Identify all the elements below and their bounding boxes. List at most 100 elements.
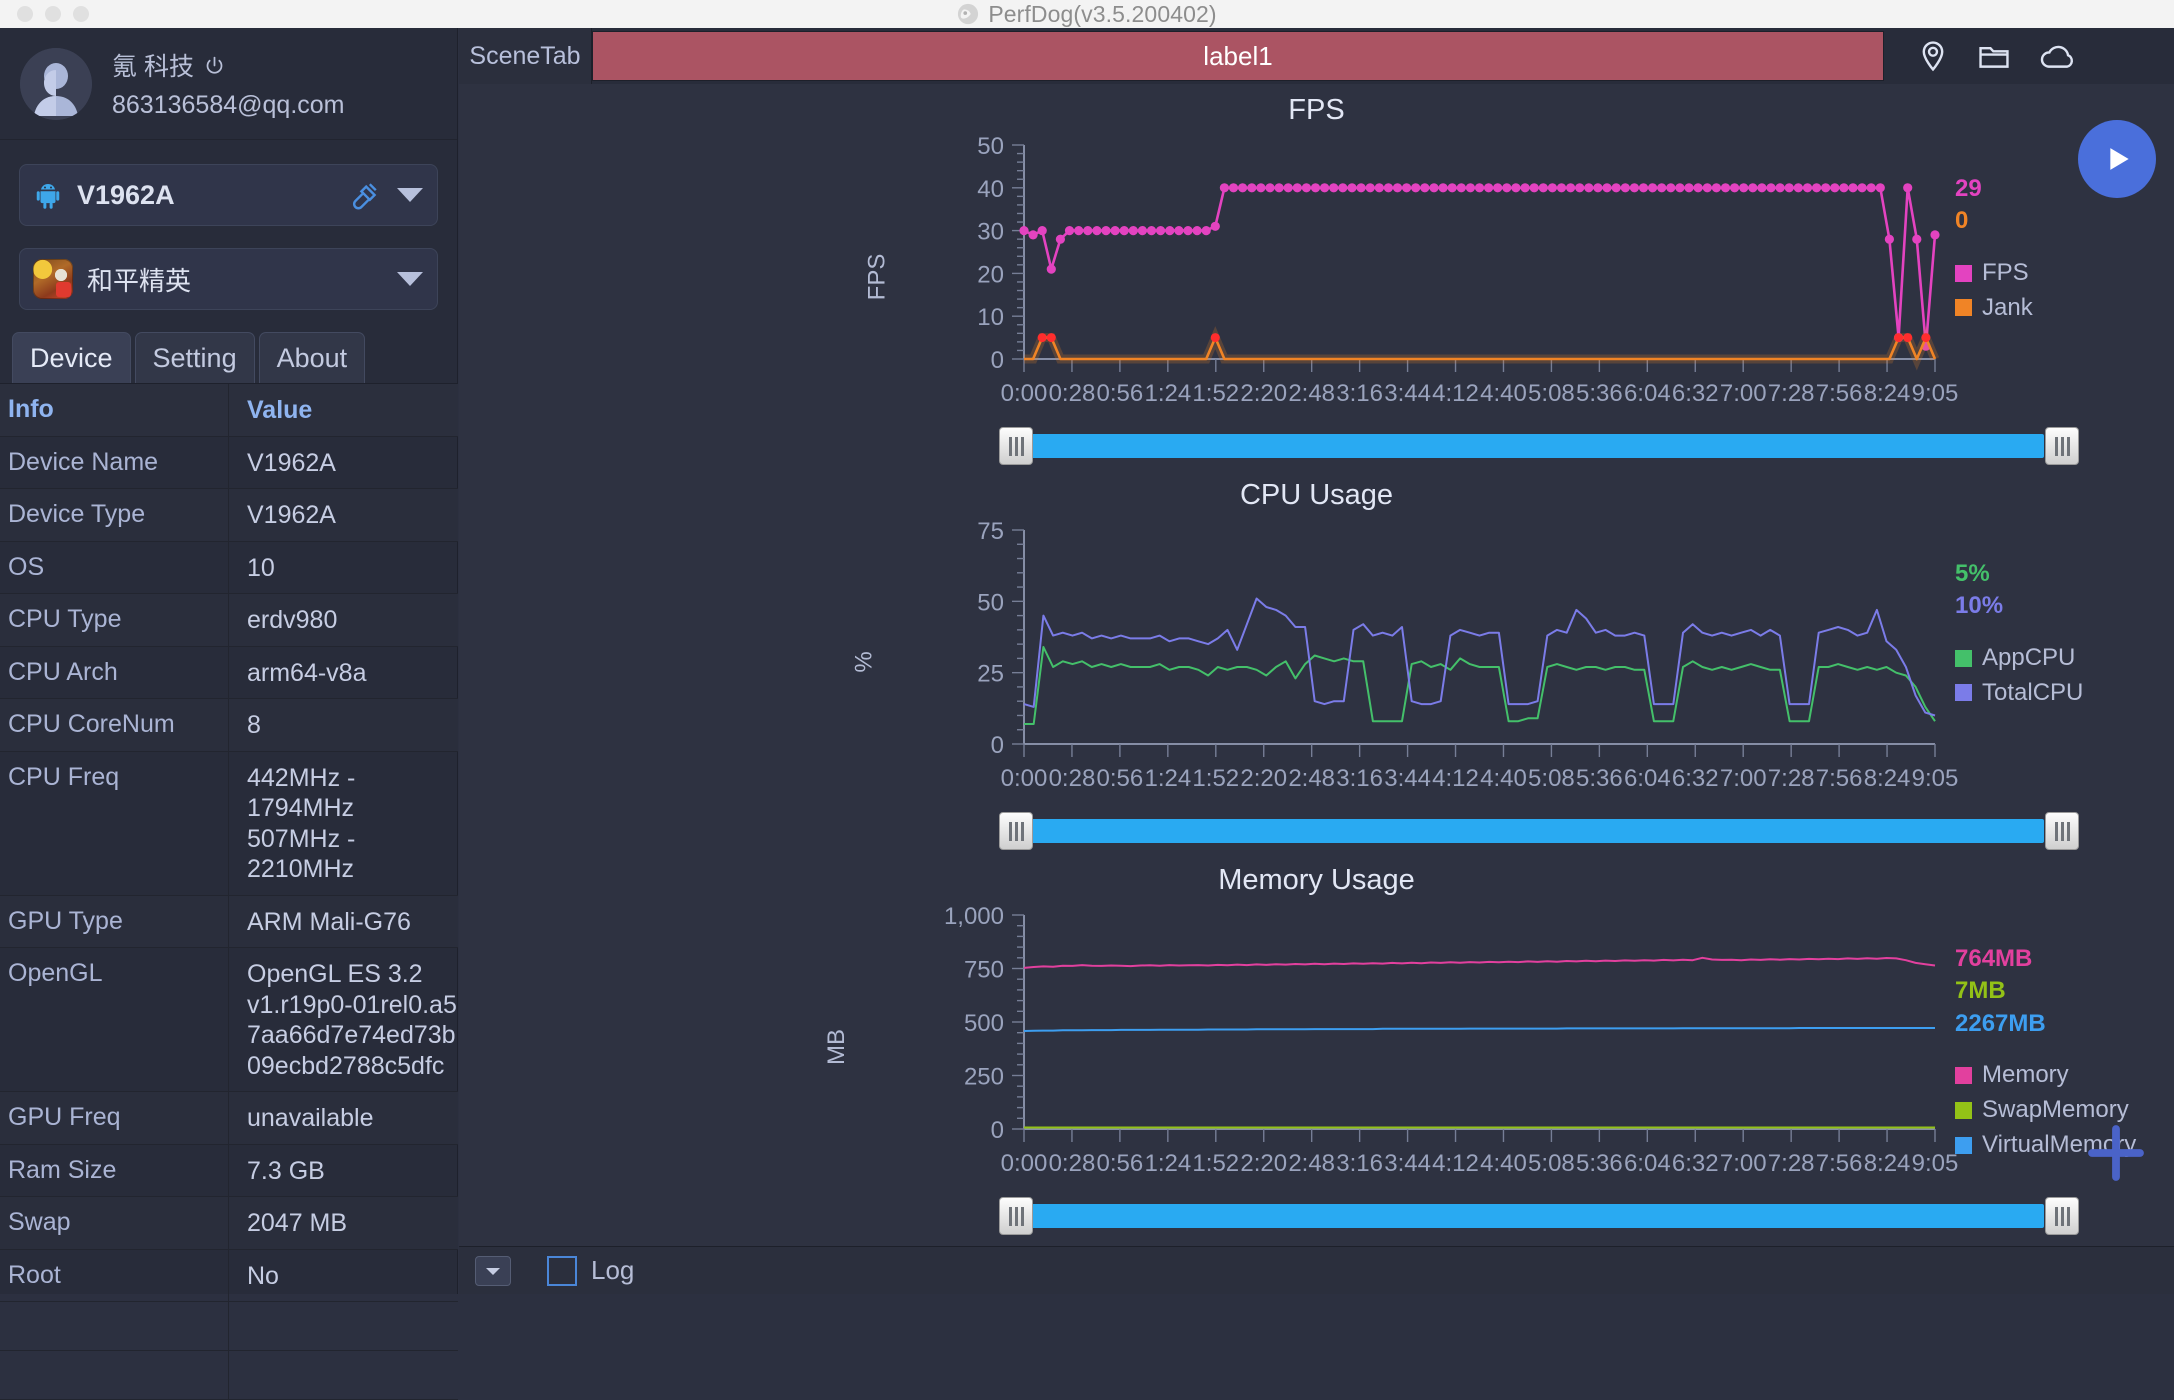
svg-text:500: 500 bbox=[964, 1010, 1004, 1037]
table-row-empty bbox=[0, 1351, 458, 1400]
scrollbar-handle-left[interactable] bbox=[999, 427, 1033, 465]
chevron-down-icon[interactable] bbox=[397, 188, 423, 202]
svg-text:1:52: 1:52 bbox=[1192, 765, 1239, 792]
svg-text:8:24: 8:24 bbox=[1864, 380, 1911, 407]
tab-device[interactable]: Device bbox=[12, 332, 131, 383]
svg-text:6:04: 6:04 bbox=[1624, 1150, 1671, 1177]
chart-legend: 29 0 FPS Jank bbox=[1955, 173, 2170, 325]
device-selector[interactable]: V1962A bbox=[19, 164, 438, 226]
svg-text:4:40: 4:40 bbox=[1480, 1150, 1527, 1177]
svg-text:6:04: 6:04 bbox=[1624, 765, 1671, 792]
svg-text:0: 0 bbox=[991, 347, 1004, 374]
svg-text:5:08: 5:08 bbox=[1528, 380, 1575, 407]
device-info-table: Info Value Device Name V1962A Device Type V19… bbox=[0, 383, 458, 1400]
legend-item[interactable]: AppCPU bbox=[1955, 641, 2170, 676]
tab-about[interactable]: About bbox=[258, 332, 366, 383]
svg-text:1:24: 1:24 bbox=[1144, 380, 1191, 407]
log-checkbox[interactable] bbox=[547, 1255, 577, 1286]
svg-text:0:56: 0:56 bbox=[1097, 765, 1144, 792]
chart-memory-usage: Memory Usage 0 250 500 750 1,000 0:00 0:28 0:56 1… bbox=[459, 854, 2174, 1235]
perfdog-logo-icon bbox=[958, 3, 979, 25]
svg-text:4:40: 4:40 bbox=[1480, 765, 1527, 792]
table-row: GPU Type ARM Mali-G76 bbox=[0, 895, 458, 948]
usb-link-icon[interactable] bbox=[347, 180, 383, 210]
scrollbar-track[interactable] bbox=[1024, 819, 2044, 843]
table-row: OpenGL OpenGL ES 3.2 v1.r19p0-01rel0.a5 7aa… bbox=[0, 948, 458, 1092]
svg-text:50: 50 bbox=[977, 133, 1004, 160]
app-selector[interactable]: 和平精英 bbox=[19, 248, 438, 310]
label-bar[interactable]: label1 bbox=[592, 31, 1884, 81]
chart-legend: 5% 10% AppCPU TotalCPU bbox=[1955, 558, 2170, 710]
chart-cpu-usage: CPU Usage 0 25 50 75 0:00 0:28 0:56 1:24 1:52 2:20… bbox=[459, 469, 2174, 850]
table-cell-key: CPU Freq bbox=[0, 751, 229, 895]
chart-time-scrollbar[interactable] bbox=[459, 1197, 2174, 1235]
svg-text:3:44: 3:44 bbox=[1384, 765, 1431, 792]
legend-item[interactable]: FPS bbox=[1955, 256, 2170, 291]
user-avatar-icon bbox=[20, 47, 92, 120]
legend-current-value: 2267MB bbox=[1955, 1009, 2046, 1037]
scrollbar-track[interactable] bbox=[1024, 434, 2044, 458]
selectors: V1962A 和平精英 bbox=[0, 140, 457, 310]
table-cell-key: GPU Type bbox=[0, 895, 229, 947]
y-axis-label: % bbox=[850, 651, 878, 673]
svg-text:6:32: 6:32 bbox=[1672, 765, 1719, 792]
svg-text:6:32: 6:32 bbox=[1672, 380, 1719, 407]
chart-fps: FPS 0 10 20 30 40 50 0:00 0:28 0:56 1:24 1:52 2:20 2:… bbox=[459, 84, 2174, 465]
legend-label: AppCPU bbox=[1982, 643, 2076, 671]
cloud-icon[interactable] bbox=[2038, 39, 2078, 73]
svg-text:2:20: 2:20 bbox=[1240, 380, 1287, 407]
scrollbar-handle-left[interactable] bbox=[999, 1197, 1033, 1235]
scrollbar-handle-left[interactable] bbox=[999, 812, 1033, 850]
device-selector-value: V1962A bbox=[77, 179, 175, 210]
legend-swatch bbox=[1955, 264, 1972, 282]
chevron-down-icon[interactable] bbox=[397, 272, 423, 286]
table-cell-value: 10 bbox=[247, 553, 275, 582]
scrollbar-handle-right[interactable] bbox=[2045, 427, 2079, 465]
tab-setting[interactable]: Setting bbox=[134, 332, 255, 383]
chart-title: Memory Usage bbox=[1218, 864, 1415, 896]
add-metric-button[interactable] bbox=[2080, 1117, 2152, 1194]
svg-text:7:28: 7:28 bbox=[1768, 765, 1815, 792]
legend-swatch bbox=[1955, 1101, 1972, 1119]
location-pin-icon[interactable] bbox=[1916, 39, 1950, 73]
svg-text:7:00: 7:00 bbox=[1720, 380, 1767, 407]
table-cell-key: Swap bbox=[0, 1197, 229, 1249]
legend-item[interactable]: Memory bbox=[1955, 1058, 2170, 1093]
table-cell-key: GPU Freq bbox=[0, 1092, 229, 1144]
scrollbar-handle-right[interactable] bbox=[2045, 1197, 2079, 1235]
account-panel: 氪 科技 863136584@qq.com bbox=[0, 28, 457, 140]
legend-label: Jank bbox=[1982, 293, 2033, 321]
svg-text:1:52: 1:52 bbox=[1192, 380, 1239, 407]
svg-text:7:00: 7:00 bbox=[1720, 765, 1767, 792]
table-header-row: Info Value bbox=[0, 384, 458, 437]
scrollbar-handle-right[interactable] bbox=[2045, 812, 2079, 850]
plus-icon bbox=[2088, 1125, 2144, 1181]
svg-text:20: 20 bbox=[977, 261, 1004, 288]
scrollbar-track[interactable] bbox=[1024, 1204, 2044, 1228]
plot-area[interactable]: 0 250 500 750 1,000 0:00 0:28 0:56 1:24 1:52 2:20 2… bbox=[459, 897, 2174, 1197]
table-cell-value: V1962A bbox=[247, 448, 336, 477]
start-record-button[interactable] bbox=[2078, 120, 2156, 198]
account-name: 氪 科技 bbox=[112, 53, 194, 81]
legend-item[interactable]: Jank bbox=[1955, 291, 2170, 326]
svg-text:10: 10 bbox=[977, 304, 1004, 331]
chart-time-scrollbar[interactable] bbox=[459, 812, 2174, 850]
table-row: Device Name V1962A bbox=[0, 436, 458, 489]
plot-area[interactable]: 0 25 50 75 0:00 0:28 0:56 1:24 1:52 2:20 2:48 3:16 3… bbox=[459, 512, 2174, 812]
legend-label: Memory bbox=[1982, 1061, 2069, 1089]
chart-title: CPU Usage bbox=[1239, 479, 1394, 511]
avatar[interactable] bbox=[20, 47, 92, 120]
power-icon[interactable] bbox=[204, 55, 225, 76]
svg-text:2:20: 2:20 bbox=[1240, 1150, 1287, 1177]
plot-area[interactable]: 0 10 20 30 40 50 0:00 0:28 0:56 1:24 1:52 2:20 2:48 3… bbox=[459, 127, 2174, 427]
folder-icon[interactable] bbox=[1976, 39, 2012, 73]
table-row: CPU Type erdv980 bbox=[0, 594, 458, 647]
table-cell-value: 442MHz - 1794MHz 507MHz - 2210MHz bbox=[247, 763, 356, 884]
scene-tab[interactable]: SceneTab bbox=[459, 28, 592, 84]
legend-item[interactable]: TotalCPU bbox=[1955, 676, 2170, 711]
game-app-icon bbox=[33, 259, 73, 299]
chart-time-scrollbar[interactable] bbox=[459, 427, 2174, 465]
table-cell-value: 8 bbox=[247, 711, 261, 739]
svg-text:0:28: 0:28 bbox=[1049, 380, 1096, 407]
collapse-button[interactable] bbox=[475, 1255, 511, 1286]
